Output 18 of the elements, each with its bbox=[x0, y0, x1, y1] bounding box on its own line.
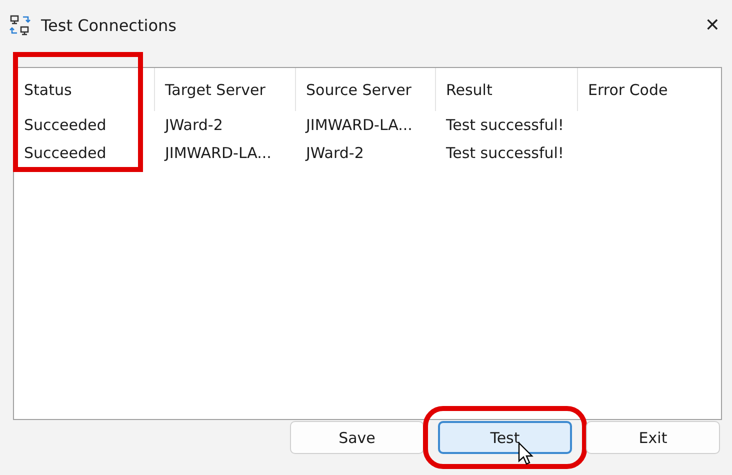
table-cell-text: Succeeded bbox=[23, 115, 108, 136]
column-header[interactable]: Target Server bbox=[155, 68, 296, 111]
column-header[interactable]: Status bbox=[14, 68, 155, 111]
table-cell-text: JIMWARD-LA... bbox=[304, 115, 414, 136]
table-cell-text: JIMWARD-LA... bbox=[163, 143, 272, 164]
column-header[interactable]: Result bbox=[436, 68, 578, 111]
close-button[interactable]: ✕ bbox=[700, 14, 724, 36]
window-title: Test Connections bbox=[41, 16, 178, 34]
dialog-button[interactable]: Exit bbox=[586, 421, 720, 454]
table-cell-text: JWard-2 bbox=[163, 115, 224, 136]
column-header[interactable]: Source Server bbox=[296, 68, 436, 111]
network-icon bbox=[9, 14, 31, 36]
table-cell-text: Test successful! bbox=[445, 115, 565, 136]
dialog-button[interactable]: Save bbox=[290, 421, 424, 454]
table-cell-text: Test successful! bbox=[445, 143, 565, 164]
table-cell-text: JWard-2 bbox=[304, 143, 365, 164]
table-cell-text: Succeeded bbox=[23, 143, 108, 164]
column-header[interactable]: Error Code bbox=[578, 68, 720, 111]
